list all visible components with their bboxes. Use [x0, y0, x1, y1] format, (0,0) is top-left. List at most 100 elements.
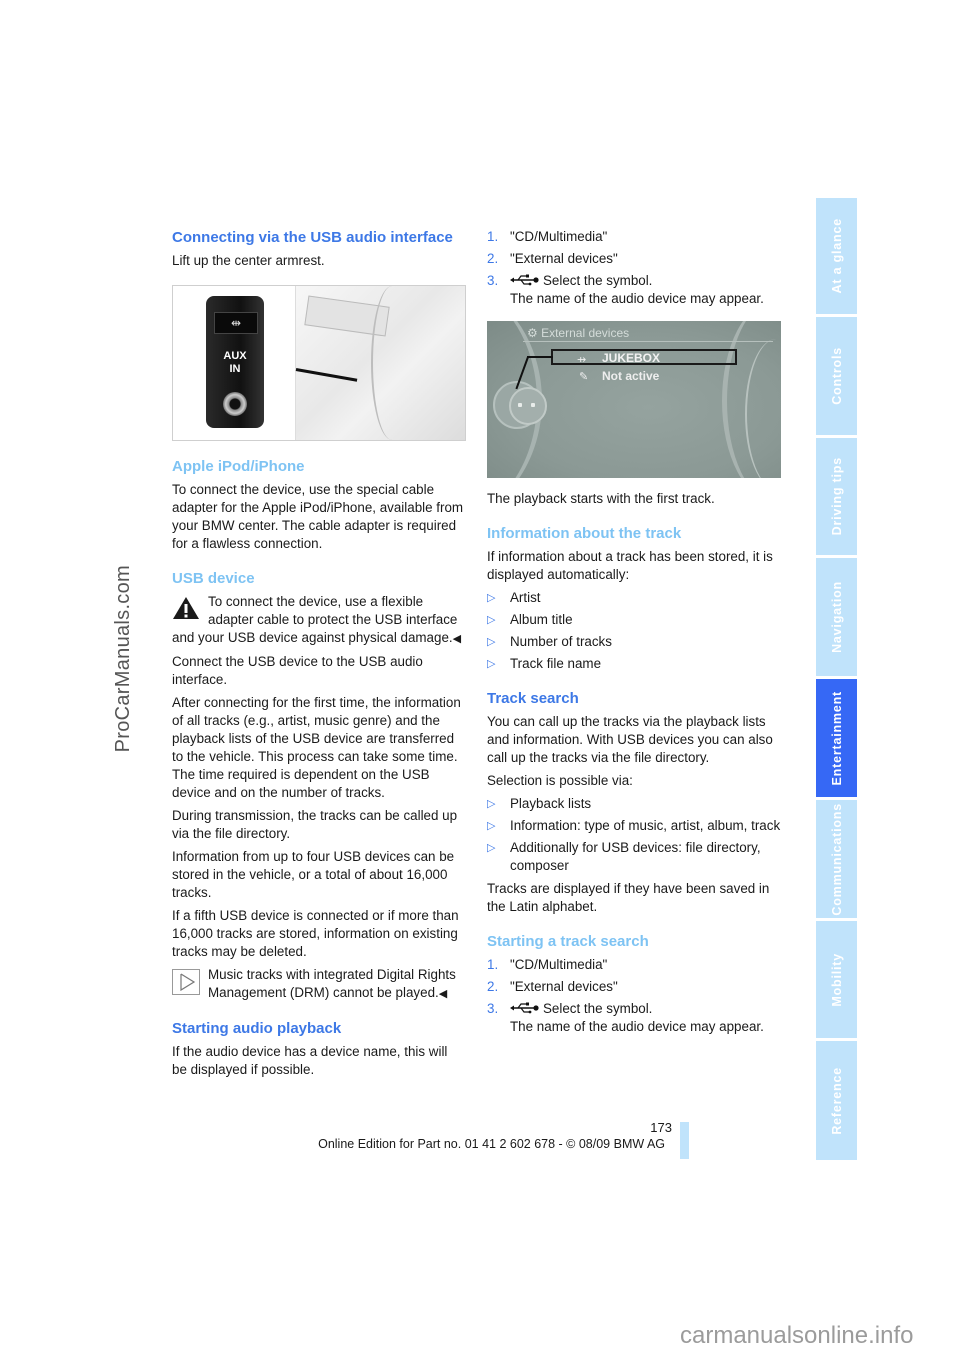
starting-playback-body: If the audio device has a device name, t… [172, 1044, 448, 1077]
list-item: ▷ Information: type of music, artist, alb… [487, 817, 781, 835]
section-heading-apple: Apple iPod/iPhone [172, 458, 305, 475]
in-label: IN [229, 363, 241, 375]
bullet-triangle-icon: ▷ [487, 592, 496, 604]
pen-icon: ✎ [579, 371, 589, 383]
idrive-screen-figure: ⚙ External devices ⇸ JUKEBOX ✎ Not activ… [487, 321, 781, 478]
screen-title-text: External devices [541, 326, 630, 340]
tab-label: Reference [829, 1066, 844, 1135]
list-item-text: Additionally for USB devices: file direc… [510, 840, 761, 873]
footer-accent-bar [680, 1122, 689, 1159]
aux-in-label: AUX IN [206, 350, 264, 376]
tab-label: Entertainment [829, 690, 844, 786]
right-column: 1. "CD/Multimedia" 2. "External devices" 3… [487, 228, 781, 1041]
after-screen-text: The playback starts with the first track… [487, 491, 715, 506]
track-search-body: You can call up the tracks via the playb… [487, 714, 773, 765]
bullet-triangle-icon: ▷ [487, 636, 496, 648]
note-play-icon [172, 969, 200, 995]
controller-dot-left [518, 403, 522, 407]
track-info-list: ▷ Artist ▷ Album title ▷ Number of tracks ▷… [487, 589, 781, 673]
tab-driving-tips[interactable]: Driving tips [816, 438, 857, 555]
section-heading-starting-playback: Starting audio playback [172, 1020, 342, 1037]
list-item: ▷ Artist [487, 589, 781, 607]
track-info-body: If information about a track has been st… [487, 549, 773, 582]
step-item: 3. Select the symbol. The name of the au… [487, 272, 781, 308]
usb-icon [510, 1002, 539, 1014]
leader-line [527, 356, 553, 358]
warning-note: To connect the device, use a flexible ad… [172, 593, 466, 648]
tab-label: Controls [829, 347, 844, 405]
usb-intro-text: Lift up the center armrest. [172, 253, 325, 268]
drm-note: Music tracks with integrated Digital Rig… [172, 966, 466, 1003]
usb-para-2: After connecting for the first time, the… [172, 695, 461, 800]
section-heading-usb-interface: Connecting via the USB audio interface [172, 229, 453, 246]
bullet-triangle-icon: ▷ [487, 658, 496, 670]
port-panel: ⇹ AUX IN [173, 286, 296, 440]
step-number: 1. [487, 229, 499, 244]
step-number: 1. [487, 957, 499, 972]
tab-label: Mobility [829, 952, 844, 1007]
step-number: 2. [487, 979, 499, 994]
selection-list: ▷ Playback lists ▷ Information: type of mu… [487, 795, 781, 875]
tab-entertainment[interactable]: Entertainment [816, 679, 857, 797]
end-mark: ◀ [452, 633, 462, 645]
end-mark: ◀ [438, 988, 448, 1000]
step-text: Select the symbol. [543, 1001, 653, 1016]
bullet-triangle-icon: ▷ [487, 842, 496, 854]
step-item: 1. "CD/Multimedia" [487, 228, 781, 246]
bullet-triangle-icon: ▷ [487, 798, 496, 810]
step-subtext: The name of the audio device may appear. [510, 291, 764, 306]
tab-label: Communications [829, 802, 844, 916]
warning-icon [173, 597, 199, 619]
screen-menu-item-not-active[interactable]: Not active [602, 367, 659, 385]
tab-navigation[interactable]: Navigation [816, 558, 857, 676]
tab-mobility[interactable]: Mobility [816, 921, 857, 1038]
edition-footer: Online Edition for Part no. 01 41 2 602 … [318, 1137, 665, 1151]
step-text: Select the symbol. [543, 273, 653, 288]
selection-intro: Selection is possible via: [487, 773, 633, 788]
step-text: "External devices" [510, 251, 618, 266]
step-text: "CD/Multimedia" [510, 229, 608, 244]
step-text: "External devices" [510, 979, 618, 994]
screen-menu-item-jukebox[interactable]: JUKEBOX [602, 349, 660, 367]
usb-para-3: During transmission, the tracks can be c… [172, 808, 458, 841]
usb-icon: ⇸ [577, 354, 587, 366]
usb-para-1: Connect the USB device to the USB audio … [172, 654, 423, 687]
list-item: ▷ Album title [487, 611, 781, 629]
controller-knob-icon [509, 387, 547, 425]
step-item: 1. "CD/Multimedia" [487, 956, 781, 974]
aux-jack [223, 392, 247, 416]
step-subtext: The name of the audio device may appear. [510, 1019, 764, 1034]
tab-label: At a glance [829, 218, 844, 294]
step-text: "CD/Multimedia" [510, 957, 608, 972]
list-item-text: Playback lists [510, 796, 592, 811]
latin-alphabet-note: Tracks are displayed if they have been s… [487, 881, 770, 914]
tab-label: Navigation [829, 581, 844, 653]
pointer-line [295, 368, 358, 382]
watermark-procarmanuals: ProCarManuals.com [112, 565, 134, 753]
step-number: 2. [487, 251, 499, 266]
list-item-text: Album title [510, 612, 573, 627]
section-heading-track-info: Information about the track [487, 525, 682, 542]
left-column: Connecting via the USB audio interface L… [172, 228, 466, 1084]
tab-controls[interactable]: Controls [816, 317, 857, 435]
armrest-scene [295, 286, 465, 440]
aux-label: AUX [223, 350, 247, 362]
tab-reference[interactable]: Reference [816, 1041, 857, 1160]
list-item: ▷ Track file name [487, 655, 781, 673]
usb-icon [510, 274, 539, 286]
list-item-text: Information: type of music, artist, albu… [510, 818, 781, 833]
warning-text: To connect the device, use a flexible ad… [172, 594, 458, 645]
list-item-text: Number of tracks [510, 634, 612, 649]
section-heading-usb-device: USB device [172, 570, 255, 587]
usb-para-5: If a fifth USB device is connected or if… [172, 908, 459, 959]
tab-at-a-glance[interactable]: At a glance [816, 198, 857, 314]
search-steps-list: 1. "CD/Multimedia" 2. "External devices" 3… [487, 956, 781, 1036]
list-item: ▷ Number of tracks [487, 633, 781, 651]
watermark-carmanualsonline: carmanualsonline.info [680, 1322, 914, 1349]
tab-communications[interactable]: Communications [816, 800, 857, 918]
usb-port-illustration: ⇹ AUX IN [172, 285, 466, 441]
console-curve [371, 286, 413, 440]
step-number: 3. [487, 1001, 499, 1016]
step-item: 2. "External devices" [487, 250, 781, 268]
tab-label: Driving tips [829, 457, 844, 536]
